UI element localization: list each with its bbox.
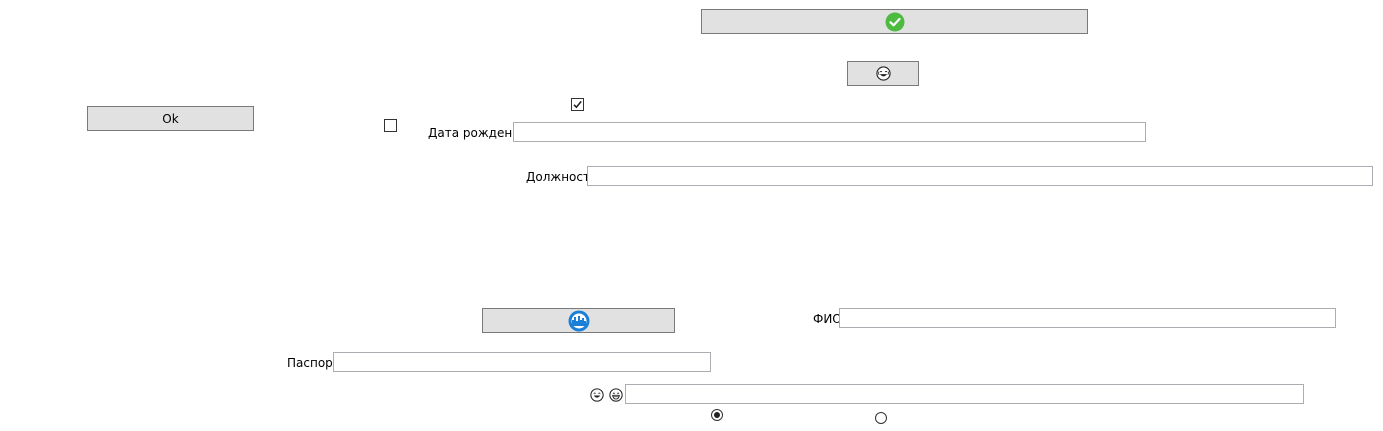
check-circle-icon (885, 12, 905, 32)
top-checkbox[interactable] (571, 98, 584, 111)
skyline-button[interactable] (482, 308, 675, 333)
laughing-emoji-icon (875, 66, 891, 81)
grinning-emoji-icon (609, 388, 623, 402)
laughing-emoji-icon (590, 388, 604, 402)
passport-label: Паспорт (287, 356, 340, 370)
confirm-button[interactable] (701, 9, 1088, 34)
radio-right[interactable] (875, 412, 887, 424)
passport-field[interactable] (333, 352, 711, 372)
ok-button[interactable]: Ok (87, 106, 254, 131)
birth-date-field[interactable] (513, 122, 1146, 142)
blue-circle-skyline-icon (568, 310, 590, 332)
left-checkbox[interactable] (384, 119, 397, 132)
position-field[interactable] (587, 166, 1373, 186)
ok-button-label: Ok (162, 111, 179, 126)
radio-selected-dot (714, 412, 720, 418)
radio-left[interactable] (711, 409, 723, 421)
emoji-field[interactable] (625, 384, 1304, 404)
full-name-label: ФИО (813, 312, 842, 326)
emoji-button[interactable] (847, 61, 919, 86)
full-name-field[interactable] (839, 308, 1336, 328)
checkmark-icon (573, 100, 582, 109)
